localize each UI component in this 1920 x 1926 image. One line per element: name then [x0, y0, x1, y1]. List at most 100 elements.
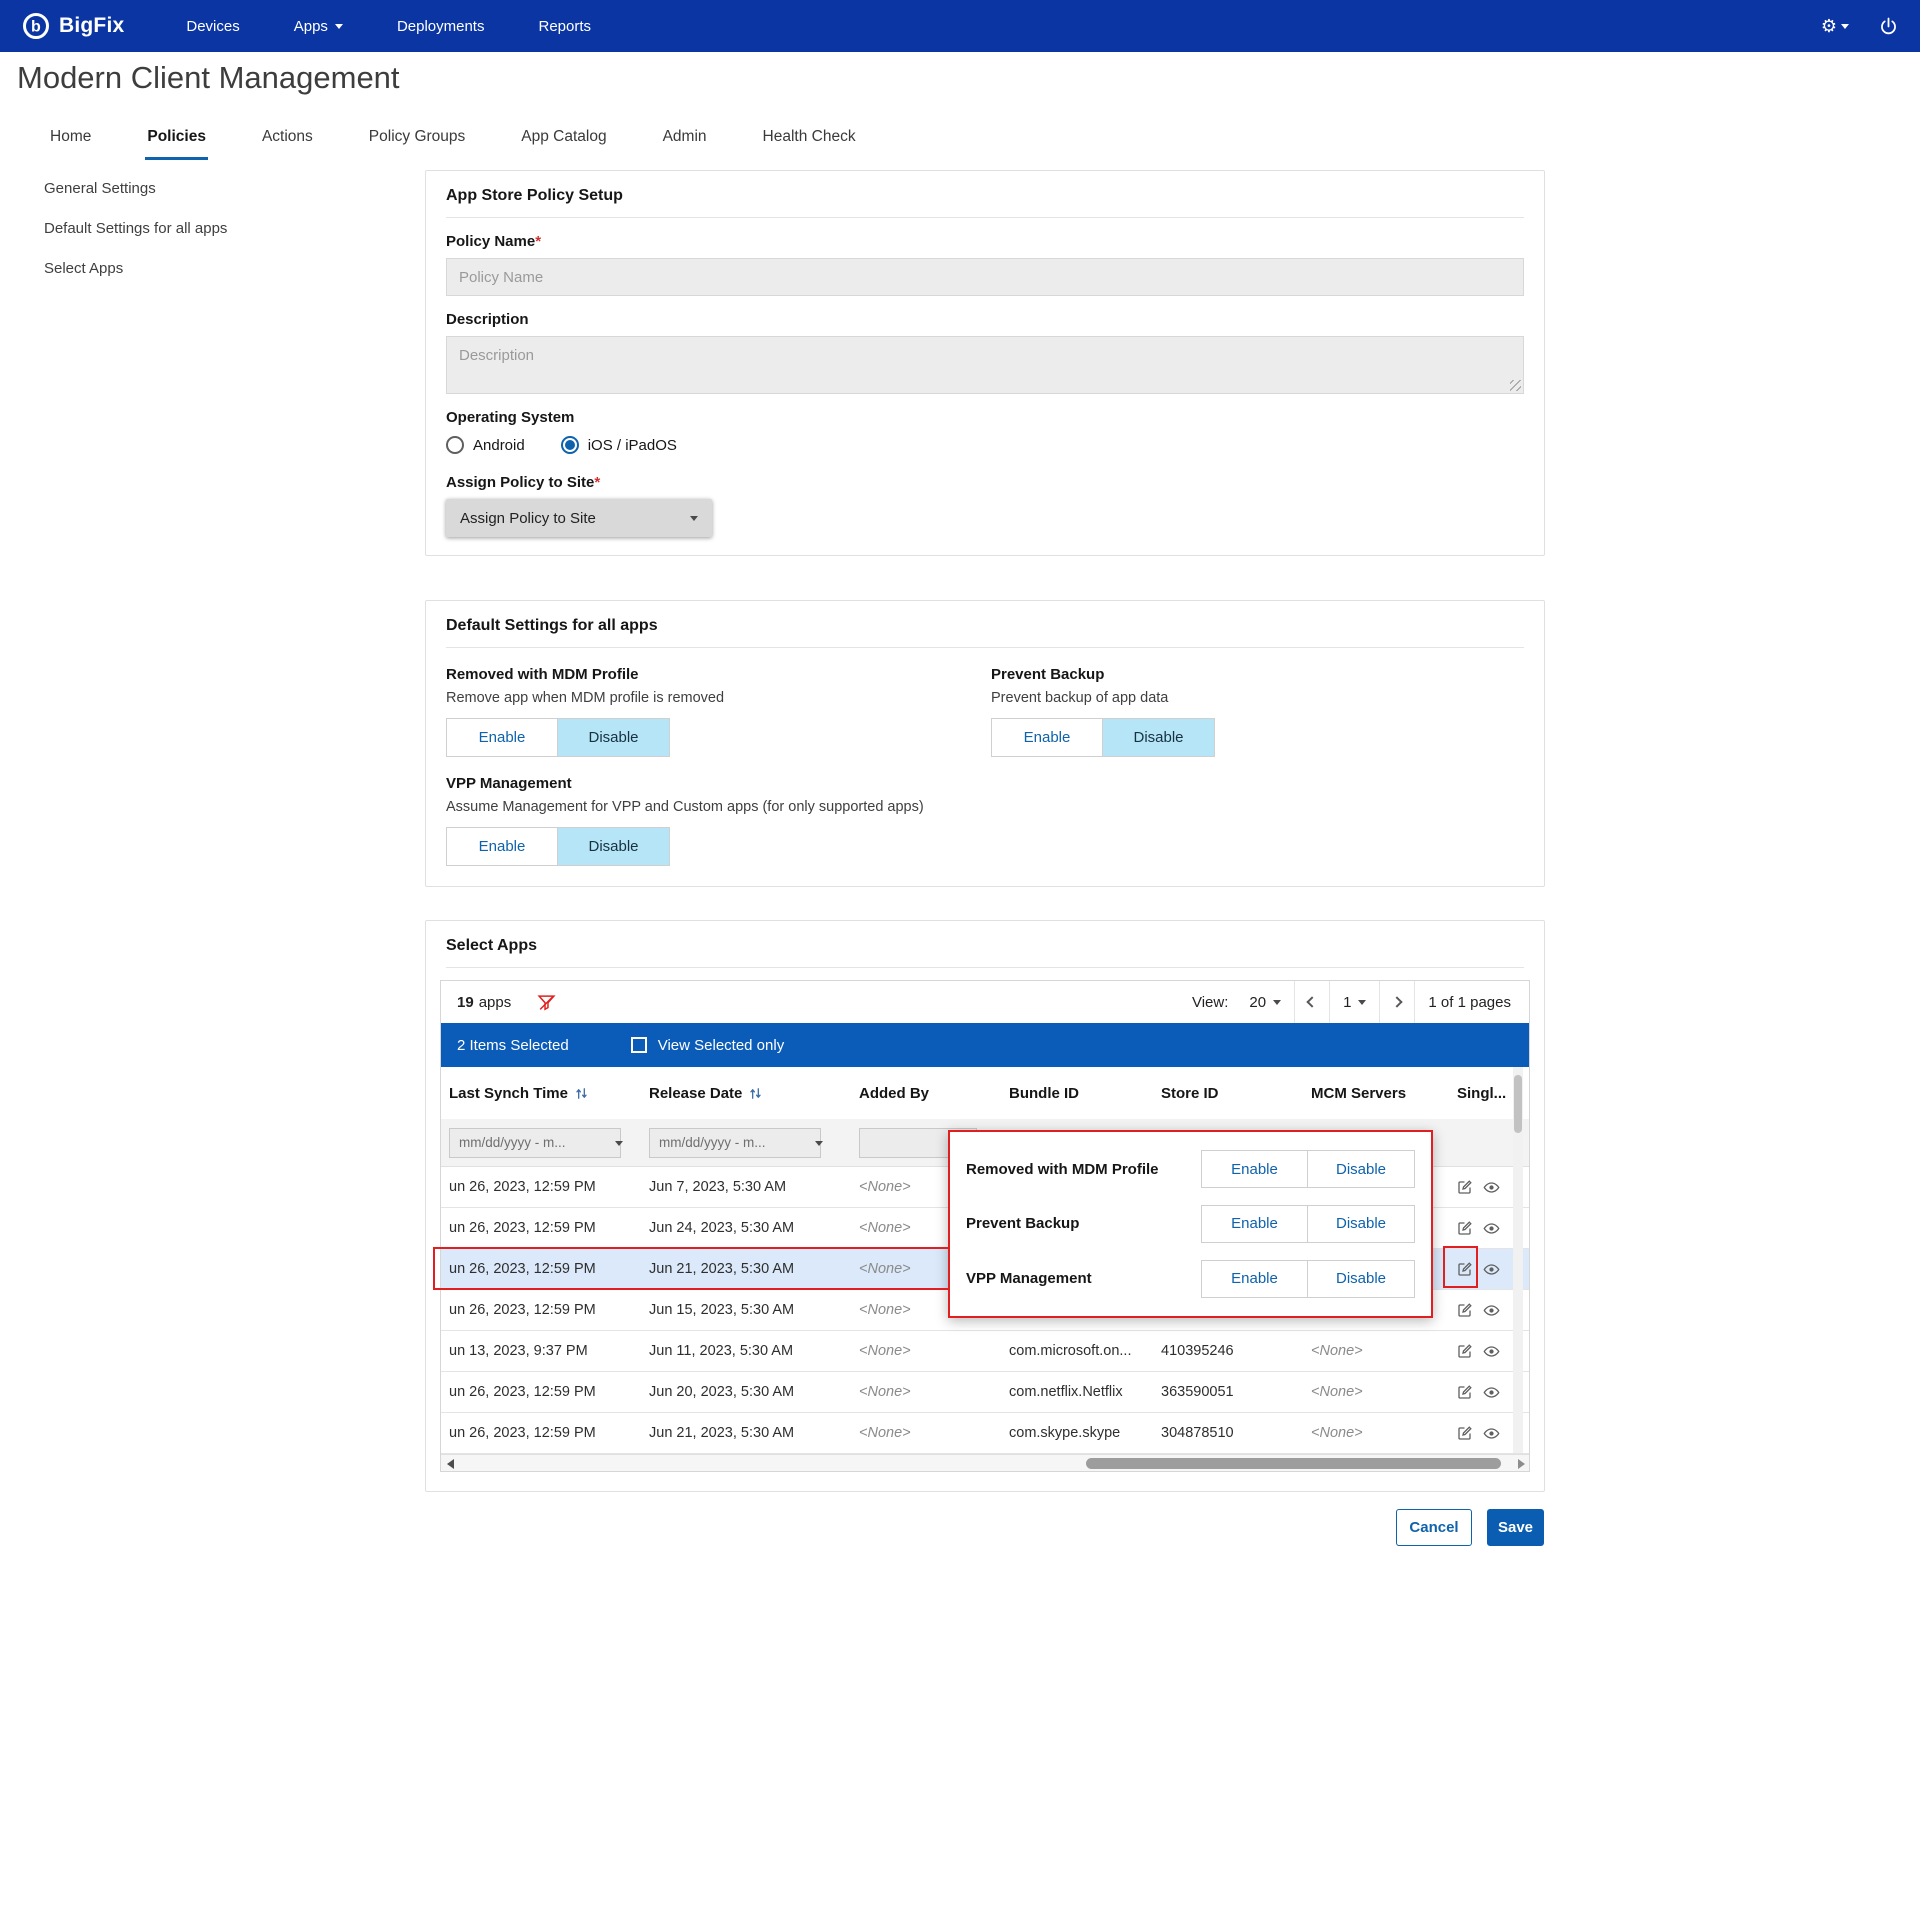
sidebar-item-default-settings[interactable]: Default Settings for all apps	[44, 220, 227, 237]
top-navbar: b BigFix Devices Apps Deployments Report…	[0, 0, 1920, 52]
cell-bundle-id: com.skype.skype	[1009, 1425, 1121, 1441]
popup-setting-name: Prevent Backup	[966, 1215, 1080, 1233]
cell-last-synch: un 13, 2023, 9:37 PM	[449, 1343, 588, 1359]
sort-icon[interactable]	[574, 1086, 589, 1101]
tab-bar: Home Policies Actions Policy Groups App …	[48, 128, 858, 160]
nav-reports[interactable]: Reports	[538, 18, 591, 35]
view-eye-icon[interactable]	[1483, 1425, 1500, 1442]
page-count: 1 of 1 pages	[1414, 981, 1529, 1023]
view-selected-only-checkbox[interactable]	[630, 1037, 647, 1053]
bigfix-logo-icon: b	[22, 12, 50, 40]
setting-description: Assume Management for VPP and Custom app…	[446, 799, 924, 815]
disable-button[interactable]: Disable	[1308, 1150, 1415, 1189]
edit-icon[interactable]	[1457, 1302, 1473, 1318]
cell-last-synch: un 26, 2023, 12:59 PM	[449, 1220, 596, 1236]
tab-home[interactable]: Home	[48, 128, 93, 160]
edit-icon[interactable]	[1457, 1343, 1473, 1359]
disable-button[interactable]: Disable	[1308, 1259, 1415, 1298]
pagination: View: 20 1 1 of 1 pages	[1179, 981, 1529, 1023]
last-synch-date-filter[interactable]	[449, 1127, 621, 1158]
table-row[interactable]: un 26, 2023, 12:59 PM Jun 20, 2023, 5:30…	[441, 1372, 1529, 1413]
table-row[interactable]: un 26, 2023, 12:59 PM Jun 21, 2023, 5:30…	[441, 1413, 1529, 1454]
enable-button[interactable]: Enable	[1201, 1259, 1308, 1298]
nav-devices[interactable]: Devices	[186, 18, 239, 35]
chevron-down-icon[interactable]	[615, 1140, 623, 1146]
chevron-down-icon[interactable]	[815, 1140, 823, 1146]
view-eye-icon[interactable]	[1483, 1220, 1500, 1237]
assign-site-dropdown[interactable]: Assign Policy to Site	[446, 499, 712, 537]
description-textarea[interactable]	[446, 336, 1524, 394]
horizontal-scrollbar-thumb[interactable]	[1086, 1458, 1501, 1469]
main-nav: Devices Apps Deployments Reports	[186, 18, 591, 35]
table-row[interactable]: un 13, 2023, 9:37 PM Jun 11, 2023, 5:30 …	[441, 1331, 1529, 1372]
chevron-left-icon	[1306, 996, 1318, 1008]
col-bundle-id: Bundle ID	[1009, 1084, 1079, 1102]
disable-button[interactable]: Disable	[558, 719, 669, 756]
edit-icon[interactable]	[1457, 1261, 1473, 1277]
enable-button[interactable]: Enable	[1201, 1204, 1308, 1243]
sort-icon[interactable]	[748, 1086, 763, 1101]
save-button[interactable]: Save	[1487, 1509, 1544, 1546]
prev-page-button[interactable]	[1294, 981, 1329, 1023]
release-date-filter-cell	[641, 1127, 851, 1158]
disable-button[interactable]: Disable	[1308, 1204, 1415, 1243]
view-eye-icon[interactable]	[1483, 1384, 1500, 1401]
sidebar-item-select-apps[interactable]: Select Apps	[44, 260, 227, 277]
view-eye-icon[interactable]	[1483, 1179, 1500, 1196]
view-eye-icon[interactable]	[1483, 1261, 1500, 1278]
page-size-dropdown-icon[interactable]	[1273, 999, 1282, 1005]
nav-deployments[interactable]: Deployments	[397, 18, 485, 35]
clear-filter-icon[interactable]	[537, 993, 556, 1012]
cancel-button[interactable]: Cancel	[1396, 1509, 1472, 1546]
edit-icon[interactable]	[1457, 1425, 1473, 1441]
description-field-wrap	[446, 336, 1524, 394]
scroll-right-arrow-icon[interactable]	[1518, 1459, 1525, 1469]
scroll-left-arrow-icon[interactable]	[447, 1459, 454, 1469]
horizontal-scrollbar[interactable]	[441, 1454, 1529, 1471]
release-date-filter[interactable]	[649, 1127, 821, 1158]
logout-power-icon[interactable]	[1879, 17, 1898, 36]
radio-icon	[446, 436, 464, 454]
cell-store-id: 304878510	[1161, 1425, 1234, 1441]
enable-button[interactable]: Enable	[992, 719, 1103, 756]
next-page-button[interactable]	[1379, 981, 1414, 1023]
enable-button[interactable]: Enable	[447, 828, 558, 865]
resize-handle[interactable]	[1510, 380, 1521, 391]
enable-disable-toggle: Enable Disable	[991, 718, 1215, 757]
edit-icon[interactable]	[1457, 1220, 1473, 1236]
disable-button[interactable]: Disable	[1103, 719, 1214, 756]
setting-description: Prevent backup of app data	[991, 690, 1169, 706]
nav-apps[interactable]: Apps	[294, 18, 343, 35]
vertical-scrollbar[interactable]	[1513, 1067, 1523, 1453]
tab-actions[interactable]: Actions	[260, 128, 315, 160]
tab-app-catalog[interactable]: App Catalog	[519, 128, 608, 160]
enable-button[interactable]: Enable	[1201, 1150, 1308, 1189]
cell-mcm-servers: <None>	[1311, 1384, 1363, 1400]
sidebar-item-general-settings[interactable]: General Settings	[44, 180, 227, 197]
enable-button[interactable]: Enable	[447, 719, 558, 756]
brand-name: BigFix	[59, 14, 125, 37]
cell-release-date: Jun 11, 2023, 5:30 AM	[649, 1343, 794, 1359]
vertical-scrollbar-thumb[interactable]	[1514, 1075, 1522, 1133]
settings-gear-icon[interactable]: ⚙	[1821, 17, 1849, 35]
radio-android[interactable]: Android	[446, 436, 525, 454]
tab-health-check[interactable]: Health Check	[761, 128, 858, 160]
disable-button[interactable]: Disable	[558, 828, 669, 865]
tab-admin[interactable]: Admin	[661, 128, 709, 160]
popup-setting-name: VPP Management	[966, 1270, 1092, 1288]
radio-ios-ipados[interactable]: iOS / iPadOS	[560, 436, 677, 454]
tab-policies[interactable]: Policies	[145, 128, 208, 160]
current-page-control[interactable]: 1	[1329, 981, 1379, 1023]
table-toolbar: 19 apps View: 20 1 1 of 1 pages	[441, 981, 1529, 1023]
card-title: Default Settings for all apps	[446, 617, 658, 634]
edit-icon[interactable]	[1457, 1384, 1473, 1400]
edit-icon[interactable]	[1457, 1179, 1473, 1195]
view-label: View:	[1191, 993, 1229, 1011]
view-eye-icon[interactable]	[1483, 1343, 1500, 1360]
tab-policy-groups[interactable]: Policy Groups	[367, 128, 467, 160]
view-eye-icon[interactable]	[1483, 1302, 1500, 1319]
policy-name-input[interactable]	[446, 258, 1524, 296]
policy-setup-body: Policy Name* Description Operating Syste…	[426, 233, 1544, 555]
current-page-value: 1	[1343, 993, 1352, 1011]
setting-removed-with-mdm: Removed with MDM Profile Remove app when…	[446, 666, 991, 757]
